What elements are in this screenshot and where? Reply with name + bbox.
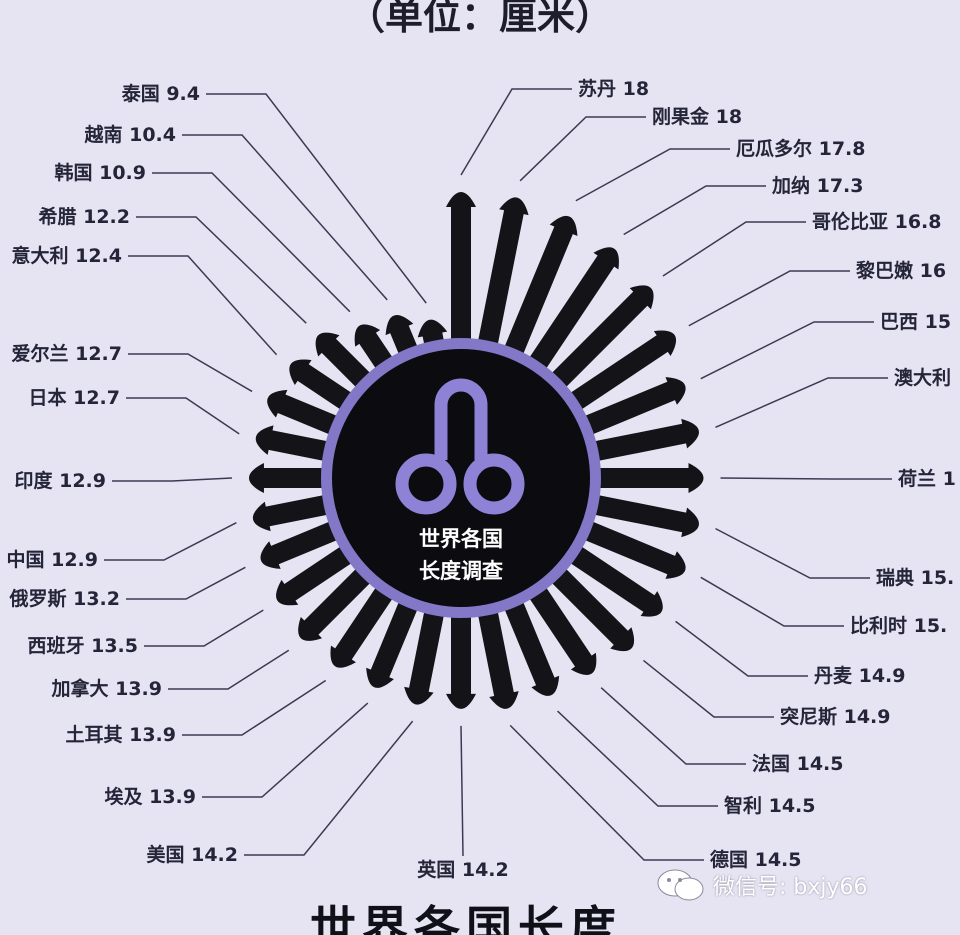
label-24: 印度 12.9: [15, 469, 107, 492]
leader-line-13: [600, 687, 746, 765]
wechat-icon: [657, 869, 704, 901]
center-hub: 世界各国 长度调查: [321, 338, 601, 618]
leader-line-17: [244, 720, 414, 856]
leader-line-6: [700, 321, 874, 380]
label-10: 比利时 15.: [850, 615, 947, 637]
leader-line-29: [152, 172, 351, 313]
label-8: 荷兰 1: [898, 467, 956, 490]
leader-line-22: [126, 566, 246, 600]
leader-line-20: [168, 649, 290, 690]
leader-line-3: [623, 185, 766, 236]
label-7: 澳大利: [894, 366, 951, 389]
spike-0: [446, 192, 476, 358]
leader-line-12: [642, 659, 774, 718]
leader-line-2: [575, 148, 730, 202]
label-12: 突尼斯 14.9: [780, 705, 891, 728]
label-23: 中国 12.9: [7, 548, 99, 571]
label-3: 加纳 17.3: [771, 174, 864, 197]
label-30: 越南 10.4: [84, 123, 177, 146]
footer-title: 世界各国长度: [310, 901, 622, 935]
leader-line-10: [700, 576, 844, 627]
leader-line-5: [688, 270, 850, 327]
label-25: 日本 12.7: [29, 386, 121, 409]
label-27: 意大利 12.4: [12, 244, 123, 267]
leader-line-0: [460, 88, 572, 176]
radial-chart: 苏丹 18刚果金 18 厄瓜多尔 17.8 加纳 17.3 哥伦比亚 16.8 黎巴嫩 …: [7, 77, 956, 881]
center-label-line1: 世界各国: [419, 527, 503, 551]
label-4: 哥伦比亚 16.8: [812, 210, 942, 233]
label-20: 加拿大 13.9: [51, 677, 163, 700]
leader-line-25: [126, 397, 240, 435]
label-11: 丹麦 14.9: [814, 664, 906, 687]
label-13: 法国 14.5: [752, 752, 844, 775]
label-2: 厄瓜多尔 17.8: [736, 137, 866, 160]
leader-line-14: [557, 710, 718, 807]
leader-line-21: [144, 609, 264, 647]
label-21: 西班牙 13.5: [28, 634, 139, 657]
label-6: 巴西 15: [880, 311, 951, 333]
leader-line-24: [112, 477, 232, 482]
leader-line-9: [715, 527, 870, 579]
leader-line-4: [662, 221, 806, 277]
label-31: 泰国 9.4: [121, 82, 200, 105]
label-26: 爱尔兰 12.7: [12, 342, 123, 365]
leader-line-16: [460, 725, 464, 857]
label-9: 瑞典 15.: [876, 566, 954, 589]
leader-line-1: [519, 116, 646, 182]
leader-line-28: [136, 216, 307, 324]
leader-line-31: [206, 93, 427, 304]
label-14: 智利 14.5: [724, 794, 816, 817]
label-18: 埃及 13.9: [105, 785, 197, 808]
label-5: 黎巴嫩 16: [856, 259, 946, 282]
leader-line-30: [182, 134, 388, 301]
leader-line-27: [128, 255, 278, 356]
label-1: 刚果金 18: [652, 105, 742, 128]
label-28: 希腊 12.2: [39, 205, 131, 228]
leader-line-18: [202, 702, 369, 798]
leader-line-23: [104, 522, 237, 561]
leader-line-11: [675, 620, 808, 677]
label-17: 美国 14.2: [147, 843, 239, 866]
watermark-text: 微信号: bxjy66: [713, 875, 868, 900]
center-label-line2: 长度调查: [419, 559, 503, 583]
label-22: 俄罗斯 13.2: [9, 587, 121, 610]
label-19: 土耳其 13.9: [66, 724, 177, 746]
leader-line-15: [509, 724, 704, 861]
label-0: 苏丹 18: [578, 77, 649, 100]
leader-line-26: [128, 353, 253, 393]
leader-line-7: [715, 377, 888, 429]
label-16: 英国 14.2: [417, 858, 509, 881]
watermark: 微信号: bxjy66: [655, 868, 868, 902]
label-29: 韩国 10.9: [55, 161, 147, 184]
leader-line-8: [720, 477, 892, 480]
